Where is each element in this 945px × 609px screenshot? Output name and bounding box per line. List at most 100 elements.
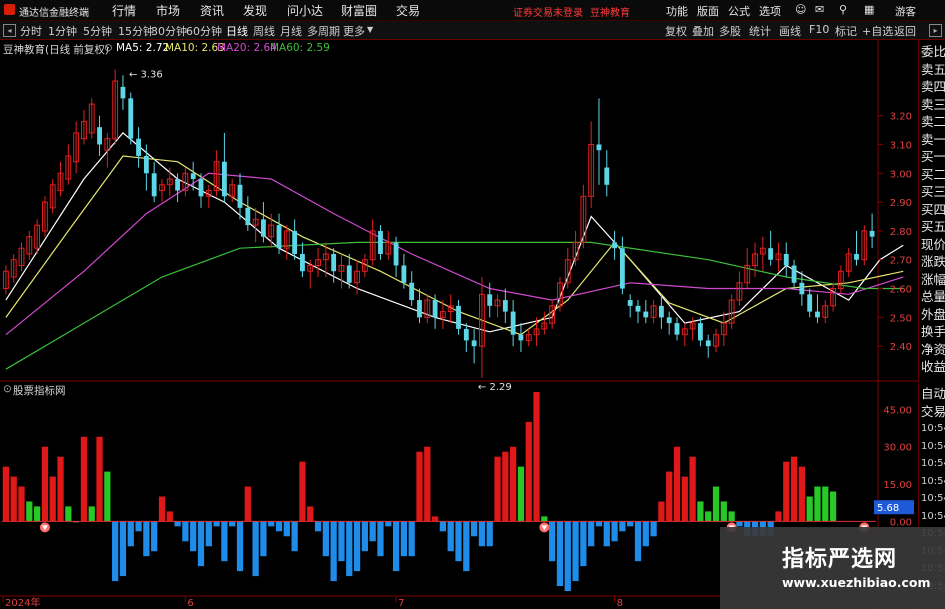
high-annotation: ← 3.36: [129, 70, 163, 81]
menu-market[interactable]: 市场: [156, 2, 180, 19]
period-1min[interactable]: 1分钟: [48, 23, 77, 39]
settings-icon[interactable]: ⊙: [104, 42, 113, 54]
indicator-bar: [353, 521, 361, 572]
menu-trade[interactable]: 交易: [396, 2, 420, 19]
tool-mark[interactable]: 标记: [835, 23, 857, 39]
period-15min[interactable]: 15分钟: [118, 23, 154, 39]
candle-body: [237, 184, 243, 208]
indicator-bar: [494, 456, 501, 522]
price-tick-label: 3.20: [890, 112, 912, 123]
ma5-legend: MA5: 2.72: [116, 42, 170, 54]
indicator-bar: [720, 501, 727, 522]
indicator-bar: [369, 521, 376, 542]
quote-label: 换手: [921, 324, 945, 339]
candle-body: [463, 328, 469, 341]
period-weekly[interactable]: 周线: [253, 23, 275, 39]
tool-adjust[interactable]: 复权: [665, 23, 687, 39]
period-60min[interactable]: 60分钟: [186, 23, 222, 39]
tick-time: 10:54: [921, 423, 945, 434]
menu-quotes[interactable]: 行情: [112, 2, 136, 19]
quote-sidebar: 委比 卖五 卖四 卖三 卖二 卖一 买一 买二 买三 买四 买五 现价 涨跌 涨幅 总量 外盘 换手 净资 收益: [918, 40, 945, 382]
quote-label: 委比: [921, 44, 945, 59]
quote-label: 卖五: [921, 61, 945, 77]
user-icon[interactable]: ☺: [795, 3, 806, 16]
menu-options[interactable]: 选项: [759, 3, 781, 19]
quote-label: 买二: [921, 166, 945, 182]
candlesticks: [2, 69, 875, 378]
candle-body: [97, 127, 102, 145]
indicator-bar: [182, 521, 189, 542]
indicator-bar: [658, 501, 665, 522]
menu-wealth[interactable]: 财富圈: [341, 2, 377, 19]
login-notice[interactable]: 证券交易未登录: [513, 4, 583, 19]
date-tick-label: 6: [187, 598, 193, 609]
more-dropdown-icon[interactable]: ▼: [367, 25, 373, 34]
indicator-bar: [470, 521, 478, 537]
indicator-bar: [549, 521, 556, 562]
indicator-bar: [783, 461, 790, 522]
indicator-bar: [798, 466, 805, 522]
menu-ask[interactable]: 问小达: [287, 2, 323, 19]
menu-bar: 通达信金融终端 行情 市场 资讯 发现 问小达 财富圈 交易 证券交易未登录 豆…: [0, 0, 945, 21]
menu-layout[interactable]: 版面: [697, 3, 719, 19]
tool-add-watchlist[interactable]: +自选: [862, 23, 893, 39]
quote-label: 买五: [921, 219, 945, 234]
period-toolbar: ◂ 分时 1分钟 5分钟 15分钟 30分钟 60分钟 日线 周线 月线 多周期…: [0, 21, 945, 40]
indicator-bar: [556, 521, 564, 587]
quote-label: 卖二: [921, 114, 945, 129]
tool-overlay[interactable]: 叠加: [692, 23, 714, 39]
watermark-url: www.xuezhibiao.com: [782, 575, 931, 590]
indicator-bar: [486, 521, 493, 547]
collapse-left-icon[interactable]: ◂: [3, 24, 16, 37]
indicator-bar: [236, 521, 244, 572]
brand-notice[interactable]: 豆神教育: [590, 4, 630, 19]
indicator-bar: [775, 511, 782, 522]
chart-area[interactable]: 3.20 3.10 3.00 2.90 2.80 2.70 2.60 2.50 2.40 ← 3.…: [0, 40, 918, 609]
candle-body: [791, 265, 797, 283]
indicator-bar: [33, 506, 41, 522]
quote-label: 买一: [921, 149, 945, 164]
grid-icon[interactable]: ▦: [864, 3, 874, 16]
indicator-bar: [322, 521, 329, 557]
indicator-bar: [346, 521, 353, 577]
quote-label: 现价: [921, 236, 945, 252]
indicator-bar: [96, 436, 103, 522]
menu-function[interactable]: 功能: [666, 3, 688, 19]
quote-label: 涨幅: [921, 271, 945, 287]
period-more[interactable]: 更多: [343, 23, 365, 39]
menu-discover[interactable]: 发现: [243, 2, 267, 19]
menu-news[interactable]: 资讯: [200, 2, 224, 19]
indicator-bar: [392, 521, 400, 572]
menu-formula[interactable]: 公式: [728, 3, 750, 19]
indicator-bar: [697, 501, 704, 522]
chat-icon[interactable]: ✉: [815, 3, 824, 16]
tool-back[interactable]: 返回: [894, 23, 916, 39]
period-30min[interactable]: 30分钟: [151, 23, 187, 39]
indicator-bar: [18, 486, 25, 522]
period-monthly[interactable]: 月线: [280, 23, 302, 39]
period-daily[interactable]: 日线: [226, 23, 248, 39]
indicator-tick-label: 45.00: [883, 405, 912, 416]
quote-label: 卖一: [921, 131, 945, 147]
app-title: 通达信金融终端: [19, 8, 89, 19]
indicator-settings-icon[interactable]: ⊙: [3, 383, 12, 395]
indicator-bar: [463, 521, 470, 572]
indicator-bar: [712, 486, 720, 522]
period-intraday[interactable]: 分时: [20, 23, 42, 39]
candle-body: [136, 138, 141, 156]
period-5min[interactable]: 5分钟: [83, 23, 112, 39]
candle-body: [666, 317, 672, 324]
collapse-right-icon[interactable]: ▸: [929, 24, 942, 37]
indicator-bar: [299, 461, 306, 522]
tool-f10[interactable]: F10: [809, 23, 829, 36]
guest-label[interactable]: 游客: [895, 4, 916, 19]
tool-draw[interactable]: 画线: [779, 23, 801, 39]
period-multi[interactable]: 多周期: [307, 23, 340, 39]
price-tick-label: 2.70: [890, 256, 912, 267]
tool-stats[interactable]: 统计: [749, 23, 771, 39]
ma-line-ma60: [5, 241, 904, 370]
candle-body: [143, 155, 149, 174]
search-icon[interactable]: ⚲: [839, 3, 847, 16]
tool-multistock[interactable]: 多股: [719, 23, 741, 39]
candle-body: [128, 98, 134, 139]
